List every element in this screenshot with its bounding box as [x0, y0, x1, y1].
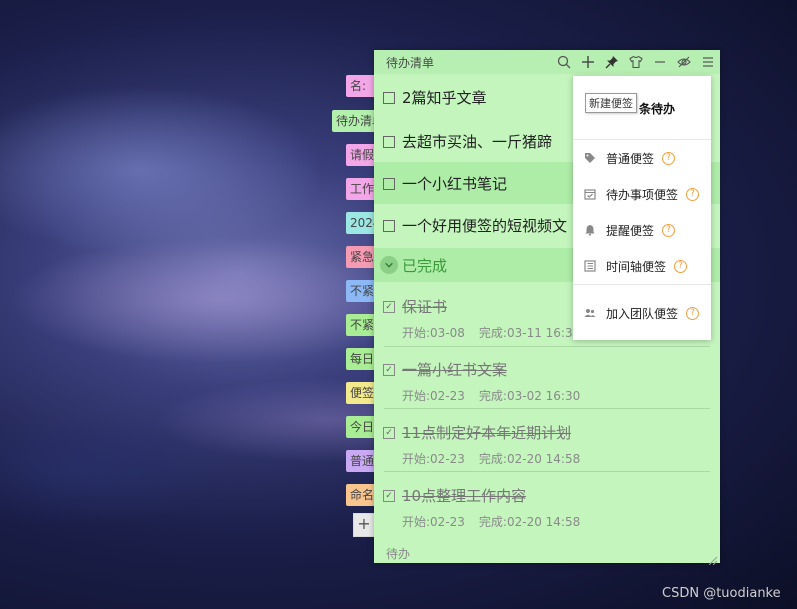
- team-icon: [584, 309, 596, 317]
- todo-text: 一个小红书笔记: [402, 175, 508, 193]
- completed-section-label: 已完成: [402, 257, 448, 275]
- checked-checkbox[interactable]: ✓: [383, 301, 395, 313]
- divider: [573, 284, 711, 285]
- search-icon[interactable]: [552, 50, 576, 74]
- menu-top-area: 条待办 新建便签: [573, 76, 711, 139]
- checked-checkbox[interactable]: ✓: [383, 427, 395, 439]
- todo-text: 一个好用便签的短视频文: [402, 217, 568, 235]
- eye-hide-icon[interactable]: [672, 50, 696, 74]
- completed-item-text: 保证书: [402, 298, 448, 316]
- calendar-check-icon: [584, 189, 596, 200]
- side-tab[interactable]: 待办清单: [332, 110, 378, 132]
- tag-icon: [585, 153, 595, 163]
- window-header: 待办清单: [374, 50, 720, 74]
- footer-label: 待办: [386, 547, 411, 561]
- todo-text: 2篇知乎文章: [402, 89, 487, 107]
- divider: [384, 408, 710, 409]
- completed-item-meta: 开始:02-23 完成:02-20 14:58: [402, 452, 581, 466]
- checked-checkbox[interactable]: ✓: [383, 364, 395, 376]
- timeline-icon: [584, 260, 596, 272]
- bell-icon: [585, 225, 595, 236]
- menu-icon[interactable]: [696, 50, 720, 74]
- checked-checkbox[interactable]: ✓: [383, 490, 395, 502]
- menu-item-normal-note[interactable]: 普通便签 ?: [573, 143, 711, 173]
- window-title: 待办清单: [386, 55, 435, 70]
- todo-checkbox[interactable]: [383, 220, 395, 232]
- watermark: CSDN @tuodianke: [662, 586, 781, 601]
- new-note-tooltip: 新建便签: [585, 93, 637, 113]
- completed-item-text: 10点整理工作内容: [402, 487, 527, 505]
- help-icon[interactable]: ?: [674, 259, 688, 273]
- completed-item[interactable]: ✓ 一篇小红书文案 开始:02-23 完成:03-02 16:30: [374, 347, 720, 409]
- add-tab-button[interactable]: +: [353, 513, 375, 537]
- menu-item-reminder-note[interactable]: 提醒便签 ?: [573, 215, 711, 245]
- completed-item-text: 11点制定好本年近期计划: [402, 424, 572, 442]
- divider: [573, 139, 711, 140]
- minimize-icon[interactable]: [648, 50, 672, 74]
- resize-grip-icon[interactable]: [707, 550, 718, 566]
- completed-item[interactable]: ✓ 10点整理工作内容 开始:02-23 完成:02-20 14:58: [374, 473, 720, 535]
- menu-item-timeline-note[interactable]: 时间轴便签 ?: [573, 251, 711, 281]
- help-icon[interactable]: ?: [686, 187, 700, 201]
- todo-checkbox[interactable]: [383, 136, 395, 148]
- todo-text: 去超市买油、一斤猪蹄: [402, 133, 553, 151]
- shirt-icon[interactable]: [624, 50, 648, 74]
- completed-item-text: 一篇小红书文案: [402, 361, 508, 379]
- completed-item-meta: 开始:03-08 完成:03-11 16:38: [402, 326, 581, 340]
- todo-checkbox[interactable]: [383, 92, 395, 104]
- completed-item-meta: 开始:02-23 完成:03-02 16:30: [402, 389, 581, 403]
- plus-icon[interactable]: [576, 50, 600, 74]
- divider: [384, 471, 710, 472]
- todo-checkbox[interactable]: [383, 178, 395, 190]
- help-icon[interactable]: ?: [662, 151, 676, 165]
- menu-item-join-team-note[interactable]: 加入团队便签 ?: [573, 298, 711, 328]
- completed-item[interactable]: ✓ 11点制定好本年近期计划 开始:02-23 完成:02-20 14:58: [374, 410, 720, 472]
- help-icon[interactable]: ?: [662, 223, 676, 237]
- menu-top-label: 条待办: [639, 102, 676, 116]
- menu-item-todo-note[interactable]: 待办事项便签 ?: [573, 179, 711, 209]
- chevron-down-icon[interactable]: [380, 256, 398, 274]
- pin-icon[interactable]: [600, 50, 624, 74]
- help-icon[interactable]: ?: [686, 306, 700, 320]
- new-note-dropdown-menu: 条待办 新建便签 普通便签 ? 待办事项便签 ? 提醒便签 ? 时间轴便签 ? …: [573, 76, 711, 340]
- completed-item-meta: 开始:02-23 完成:02-20 14:58: [402, 515, 581, 529]
